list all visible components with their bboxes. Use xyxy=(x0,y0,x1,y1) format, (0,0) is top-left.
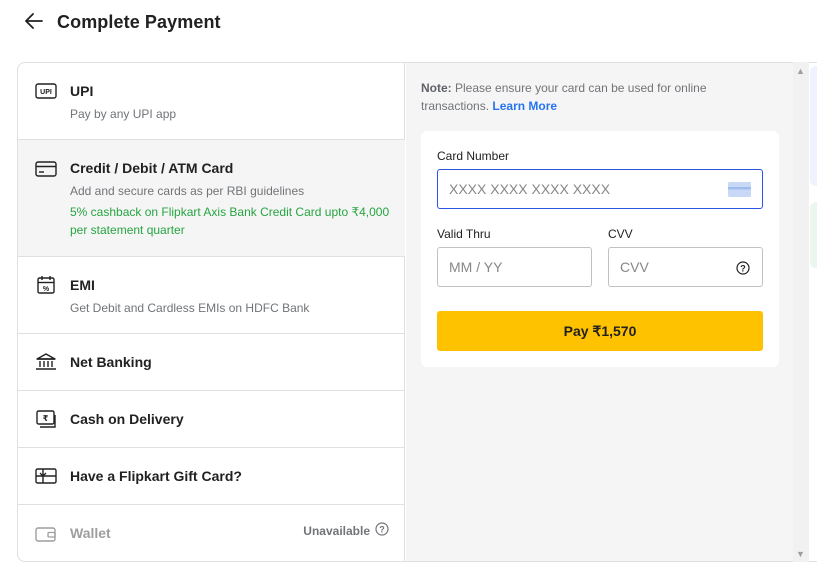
option-subtitle-card: Add and secure cards as per RBI guidelin… xyxy=(70,184,305,198)
option-offer-card: 5% cashback on Flipkart Axis Bank Credit… xyxy=(70,205,390,237)
cvv-help-icon[interactable]: ? xyxy=(736,261,750,278)
option-subtitle-upi: Pay by any UPI app xyxy=(70,107,177,121)
payment-option-wallet: Wallet Unavailable ? xyxy=(18,505,405,561)
card-number-input[interactable] xyxy=(449,181,762,197)
svg-text:%: % xyxy=(43,286,50,293)
option-title-upi: UPI xyxy=(70,83,94,99)
bank-icon xyxy=(35,351,57,373)
option-title-card: Credit / Debit / ATM Card xyxy=(70,160,234,176)
back-button[interactable] xyxy=(22,11,46,35)
arrow-left-icon xyxy=(25,12,43,34)
card-brand-icon xyxy=(728,182,751,200)
payment-panel: UPI UPI Pay by any UPI app Credit / Debi… xyxy=(17,62,817,562)
valid-thru-field[interactable] xyxy=(437,247,592,287)
payment-option-cod[interactable]: ₹ Cash on Delivery xyxy=(18,391,405,448)
option-title-cod: Cash on Delivery xyxy=(70,411,184,427)
wallet-status-text: Unavailable xyxy=(303,523,370,538)
learn-more-link[interactable]: Learn More xyxy=(492,99,557,113)
note-text: Please ensure your card can be used for … xyxy=(421,81,707,113)
option-subtitle-emi: Get Debit and Cardless EMIs on HDFC Bank xyxy=(70,301,310,315)
page-header: Complete Payment xyxy=(0,0,817,48)
card-number-field[interactable] xyxy=(437,169,763,209)
help-circle-icon[interactable]: ? xyxy=(375,522,389,539)
scrollbar[interactable]: ▲ ▼ xyxy=(793,62,809,562)
payment-option-emi[interactable]: % EMI Get Debit and Cardless EMIs on HDF… xyxy=(18,257,405,334)
card-note: Note: Please ensure your card can be use… xyxy=(421,79,761,115)
option-title-giftcard: Have a Flipkart Gift Card? xyxy=(70,468,242,484)
svg-text:UPI: UPI xyxy=(40,89,52,96)
cvv-field[interactable]: ? xyxy=(608,247,763,287)
wallet-status: Unavailable ? xyxy=(303,522,389,539)
payment-option-card[interactable]: Credit / Debit / ATM Card Add and secure… xyxy=(18,140,405,257)
pay-button[interactable]: Pay ₹1,570 xyxy=(437,311,763,351)
side-strip-green xyxy=(810,202,817,268)
cvv-label: CVV xyxy=(608,227,633,241)
page-title: Complete Payment xyxy=(57,12,221,32)
emi-calendar-icon: % xyxy=(35,274,57,296)
gift-card-icon xyxy=(35,465,57,487)
card-number-label: Card Number xyxy=(437,149,510,163)
cash-icon: ₹ xyxy=(35,408,57,430)
card-icon xyxy=(35,158,57,180)
wallet-icon xyxy=(35,523,57,545)
scroll-up-icon[interactable]: ▲ xyxy=(796,66,805,76)
svg-text:₹: ₹ xyxy=(43,414,49,423)
card-form: Card Number Valid Thru CVV ? Pay ₹1,570 xyxy=(421,131,779,367)
valid-thru-input[interactable] xyxy=(449,259,591,275)
side-strip-blue xyxy=(810,66,817,186)
option-title-netbanking: Net Banking xyxy=(70,354,152,370)
svg-text:?: ? xyxy=(379,524,385,534)
upi-icon: UPI xyxy=(35,80,57,102)
note-label: Note: xyxy=(421,81,452,95)
payment-option-upi[interactable]: UPI UPI Pay by any UPI app xyxy=(18,63,405,140)
valid-thru-label: Valid Thru xyxy=(437,227,491,241)
payment-options-list: UPI UPI Pay by any UPI app Credit / Debi… xyxy=(18,63,405,561)
svg-text:?: ? xyxy=(740,263,746,273)
scroll-down-icon[interactable]: ▼ xyxy=(796,549,805,559)
option-title-emi: EMI xyxy=(70,277,95,293)
card-details-pane: Note: Please ensure your card can be use… xyxy=(406,63,806,561)
payment-option-giftcard[interactable]: Have a Flipkart Gift Card? xyxy=(18,448,405,505)
payment-option-netbanking[interactable]: Net Banking xyxy=(18,334,405,391)
option-title-wallet: Wallet xyxy=(70,525,111,541)
